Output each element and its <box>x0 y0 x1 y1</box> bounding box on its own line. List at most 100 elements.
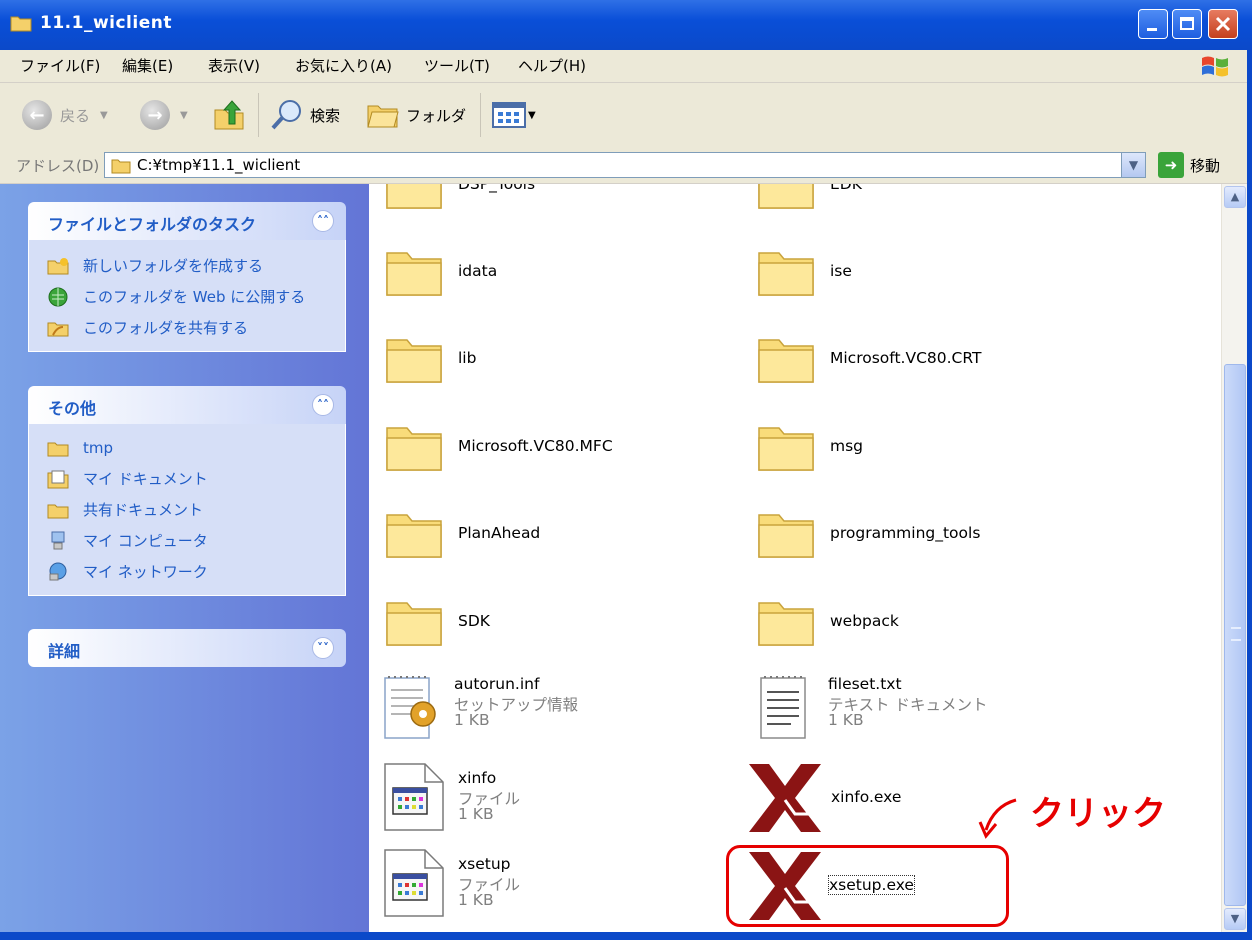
place-shared-documents[interactable]: 共有ドキュメント <box>29 494 345 525</box>
folder-icon <box>386 339 442 383</box>
folder-icon <box>758 602 814 646</box>
menu-edit[interactable]: 編集(E) <box>122 55 173 76</box>
file-item[interactable]: autorun.inf セットアップ情報 1 KB <box>379 674 659 744</box>
search-icon <box>271 100 301 130</box>
folder-item[interactable]: EDK <box>755 184 1035 216</box>
file-size: 1 KB <box>828 711 864 729</box>
scroll-thumb[interactable] <box>1224 364 1246 906</box>
generic-file-icon <box>384 849 444 917</box>
title-bar[interactable]: 11.1_wiclient <box>0 0 1252 50</box>
task-label: このフォルダを Web に公開する <box>83 288 306 306</box>
minimize-button[interactable] <box>1138 9 1168 39</box>
back-label: 戻る <box>60 106 91 125</box>
folder-item[interactable]: lib <box>383 328 663 390</box>
folder-item[interactable]: Microsoft.VC80.CRT <box>755 328 1035 390</box>
file-item[interactable]: xsetup ファイル 1 KB <box>383 848 663 918</box>
text-document-icon <box>760 676 806 739</box>
file-name: Microsoft.VC80.CRT <box>830 349 982 367</box>
file-name: lib <box>458 349 477 367</box>
menu-bar: ファイル(F) 編集(E) 表示(V) お気に入り(A) ツール(T) ヘルプ(… <box>0 50 1252 83</box>
folder-icon <box>758 427 814 471</box>
folder-item[interactable]: idata <box>383 241 663 303</box>
place-my-computer[interactable]: マイ コンピュータ <box>29 525 345 556</box>
menu-favorites[interactable]: お気に入り(A) <box>295 55 392 76</box>
details-panel: 詳細 ˅˅ <box>28 629 346 667</box>
address-input[interactable]: C:¥tmp¥11.1_wiclient ▼ <box>104 152 1146 178</box>
search-button[interactable]: 検索 <box>270 97 340 133</box>
menu-tools[interactable]: ツール(T) <box>424 55 490 76</box>
place-label: マイ ドキュメント <box>83 470 208 488</box>
views-button[interactable]: ▼ <box>492 97 536 133</box>
file-name: DSP_Tools <box>458 184 536 193</box>
place-tmp[interactable]: tmp <box>29 432 345 463</box>
task-label: 新しいフォルダを作成する <box>83 257 264 275</box>
panel-header[interactable]: その他 ˄˄ <box>28 386 346 424</box>
file-size: 1 KB <box>458 805 494 823</box>
back-button[interactable]: ← 戻る ▼ <box>22 97 108 133</box>
task-share-folder[interactable]: このフォルダを共有する <box>29 312 345 343</box>
folder-item[interactable]: SDK <box>383 591 663 653</box>
folder-item[interactable]: Microsoft.VC80.MFC <box>383 416 663 478</box>
maximize-button[interactable] <box>1172 9 1202 39</box>
folder-item[interactable]: msg <box>755 416 1035 478</box>
publish-web-icon <box>47 287 69 307</box>
folder-icon <box>10 16 32 32</box>
folder-item[interactable]: ise <box>755 241 1035 303</box>
panel-title: その他 <box>48 399 97 418</box>
folder-item[interactable]: PlanAhead <box>383 503 663 565</box>
chevron-down-icon[interactable]: ˅˅ <box>312 637 334 659</box>
xilinx-logo-icon <box>749 764 821 832</box>
file-name: fileset.txt <box>828 675 902 693</box>
folder-icon <box>758 339 814 383</box>
close-button[interactable] <box>1208 9 1238 39</box>
folder-icon <box>758 252 814 296</box>
other-places-panel: その他 ˄˄ tmp マイ ドキュメント 共有ドキュメント マイ コンピュータ … <box>28 386 346 596</box>
folder-icon <box>386 514 442 558</box>
vertical-scrollbar[interactable]: ▲ ▼ <box>1221 184 1248 932</box>
views-dropdown-icon: ▼ <box>528 109 536 121</box>
file-folder-tasks-panel: ファイルとフォルダのタスク ˄˄ 新しいフォルダを作成する このフォルダを We… <box>28 202 346 352</box>
minimize-icon <box>1147 28 1157 31</box>
scroll-down-button[interactable]: ▼ <box>1224 908 1246 930</box>
panel-header[interactable]: 詳細 ˅˅ <box>28 629 346 667</box>
go-button[interactable]: ➜ 移動 <box>1158 152 1220 178</box>
grip-icon <box>1231 627 1241 641</box>
file-size: 1 KB <box>454 711 490 729</box>
close-icon <box>1215 16 1231 32</box>
scroll-up-button[interactable]: ▲ <box>1224 186 1246 208</box>
up-folder-button[interactable] <box>212 97 246 133</box>
file-name: xinfo.exe <box>831 788 902 806</box>
chevron-up-icon[interactable]: ˄˄ <box>312 210 334 232</box>
forward-dropdown-icon: ▼ <box>180 109 188 121</box>
place-label: 共有ドキュメント <box>83 501 204 519</box>
file-item[interactable]: fileset.txt テキスト ドキュメント 1 KB <box>753 674 1033 744</box>
forward-button[interactable]: → ▼ <box>140 97 188 133</box>
file-name: EDK <box>830 184 862 193</box>
place-my-network[interactable]: マイ ネットワーク <box>29 556 345 587</box>
windows-logo-icon <box>1202 56 1228 77</box>
folder-item[interactable]: programming_tools <box>755 503 1035 565</box>
maximize-icon <box>1180 17 1194 30</box>
folders-button[interactable]: フォルダ <box>366 97 466 133</box>
panel-header[interactable]: ファイルとフォルダのタスク ˄˄ <box>28 202 346 240</box>
task-label: このフォルダを共有する <box>83 319 249 337</box>
toolbar-separator <box>480 93 481 137</box>
file-item[interactable]: xinfo ファイル 1 KB <box>383 762 663 832</box>
task-publish-web[interactable]: このフォルダを Web に公開する <box>29 281 345 312</box>
window-title: 11.1_wiclient <box>40 13 172 33</box>
task-new-folder[interactable]: 新しいフォルダを作成する <box>29 250 345 281</box>
views-icon <box>492 102 526 128</box>
toolbar: ← 戻る ▼ → ▼ 検索 フォルダ ▼ <box>0 83 1252 148</box>
my-documents-icon <box>47 469 69 489</box>
menu-view[interactable]: 表示(V) <box>208 55 260 76</box>
folder-item[interactable]: webpack <box>755 591 1035 653</box>
toolbar-separator <box>258 93 259 137</box>
address-dropdown-button[interactable]: ▼ <box>1121 153 1145 177</box>
menu-file[interactable]: ファイル(F) <box>20 55 100 76</box>
menu-help[interactable]: ヘルプ(H) <box>518 55 586 76</box>
file-name: autorun.inf <box>454 675 540 693</box>
place-my-documents[interactable]: マイ ドキュメント <box>29 463 345 494</box>
file-name: msg <box>830 437 864 455</box>
folder-item[interactable]: DSP_Tools <box>383 184 663 216</box>
chevron-up-icon[interactable]: ˄˄ <box>312 394 334 416</box>
